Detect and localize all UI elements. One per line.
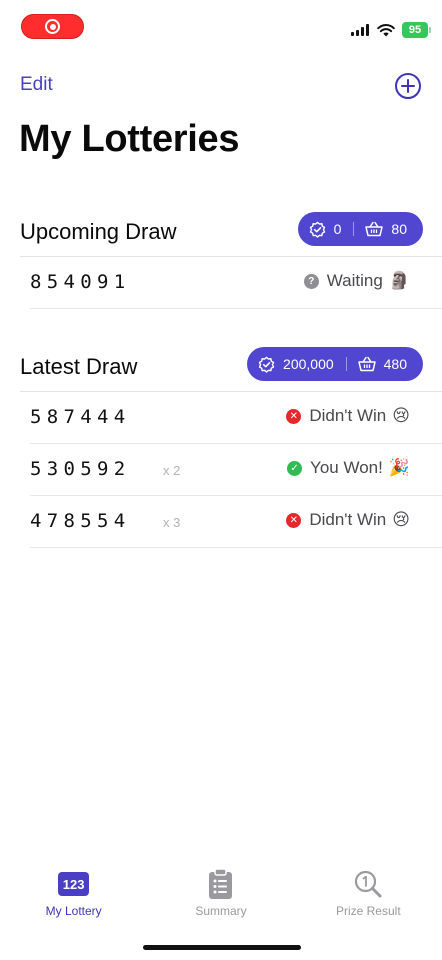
tab-summary[interactable]: Summary (147, 862, 294, 932)
clipboard-icon (209, 868, 233, 899)
upcoming-draw-section: Upcoming Draw 0 80 854091 ? Waiting 🗿 (0, 204, 442, 309)
question-icon: ? (303, 273, 319, 289)
page-title: My Lotteries (19, 118, 240, 160)
basket-count: 480 (383, 356, 407, 372)
stats-separator (353, 222, 355, 236)
basket-icon (357, 356, 376, 372)
draw-stats-pill[interactable]: 200,000 480 (247, 347, 423, 381)
party-popper-emoji-icon: 🎉 (388, 458, 410, 478)
edit-button[interactable]: Edit (20, 74, 53, 96)
basket-icon (365, 221, 384, 237)
ticket-number: 530592 (30, 458, 131, 480)
battery-level: 95 (408, 24, 422, 36)
status-icons: 95 (351, 22, 431, 38)
home-indicator (143, 945, 301, 950)
battery-icon: 95 (402, 22, 431, 38)
ticket-multiplier: x 3 (163, 515, 181, 530)
ticket-row[interactable]: 587444 ✕ Didn't Win 😢 (30, 392, 442, 444)
tab-icon-wrap (354, 868, 382, 900)
draw-status: ✕ Didn't Win 😢 (286, 510, 410, 530)
verified-badge-icon (258, 356, 275, 373)
status-bar: 95 (0, 0, 442, 56)
plus-icon (401, 79, 415, 93)
tab-label: Prize Result (335, 904, 401, 918)
status-label: Waiting (326, 271, 383, 290)
x-circle-icon: ✕ (286, 512, 302, 528)
status-label: Didn't Win (309, 510, 387, 529)
section-header: Latest Draw 200,000 480 (0, 339, 442, 391)
add-lottery-button[interactable] (395, 73, 421, 99)
ticket-row[interactable]: 478554 x 3 ✕ Didn't Win 😢 (30, 496, 442, 548)
section-header: Upcoming Draw 0 80 (0, 204, 442, 256)
latest-draw-section: Latest Draw 200,000 480 587444 ✕ Didn't … (0, 339, 442, 548)
section-title: Upcoming Draw (20, 219, 177, 244)
verified-count: 200,000 (283, 356, 334, 372)
tab-icon-wrap (208, 868, 233, 900)
ticket-number: 478554 (30, 510, 131, 532)
stats-separator (345, 357, 347, 371)
verified-badge-icon (309, 221, 326, 238)
draw-status: ✕ Didn't Win 😢 (286, 406, 410, 426)
cellular-signal-icon (351, 24, 369, 36)
ticket-row[interactable]: 854091 ? Waiting 🗿 (30, 257, 442, 309)
moai-emoji-icon: 🗿 (388, 271, 410, 291)
ticket-row[interactable]: 530592 x 2 ✓ You Won! 🎉 (30, 444, 442, 496)
section-title: Latest Draw (20, 354, 138, 379)
ticket-multiplier: x 2 (163, 463, 181, 478)
lottery-123-icon: 123 (58, 872, 90, 896)
x-circle-icon: ✕ (286, 408, 302, 424)
draw-status: ✓ You Won! 🎉 (287, 458, 410, 478)
tab-label: My Lottery (45, 904, 102, 918)
tab-my-lottery[interactable]: 123 My Lottery (0, 862, 147, 932)
ticket-number: 854091 (30, 271, 131, 293)
screen-recording-indicator[interactable] (21, 14, 84, 39)
record-icon (45, 19, 60, 34)
tab-prize-result[interactable]: Prize Result (295, 862, 442, 932)
tab-bar: 123 My Lottery Summary Prize Result (0, 862, 442, 932)
crying-face-emoji-icon: 😢 (392, 406, 410, 426)
basket-count: 80 (391, 221, 407, 237)
ticket-number: 587444 (30, 406, 131, 428)
verified-count: 0 (333, 221, 342, 237)
magnifier-icon (355, 870, 382, 898)
draw-stats-pill[interactable]: 0 80 (297, 212, 423, 246)
wifi-icon (377, 23, 395, 36)
status-label: You Won! (310, 458, 383, 477)
crying-face-emoji-icon: 😢 (392, 510, 410, 530)
tab-icon-wrap: 123 (58, 868, 90, 900)
tab-label: Summary (195, 904, 247, 918)
status-label: Didn't Win (309, 406, 387, 425)
checkmark-circle-icon: ✓ (287, 460, 303, 476)
draw-status: ? Waiting 🗿 (303, 271, 410, 291)
